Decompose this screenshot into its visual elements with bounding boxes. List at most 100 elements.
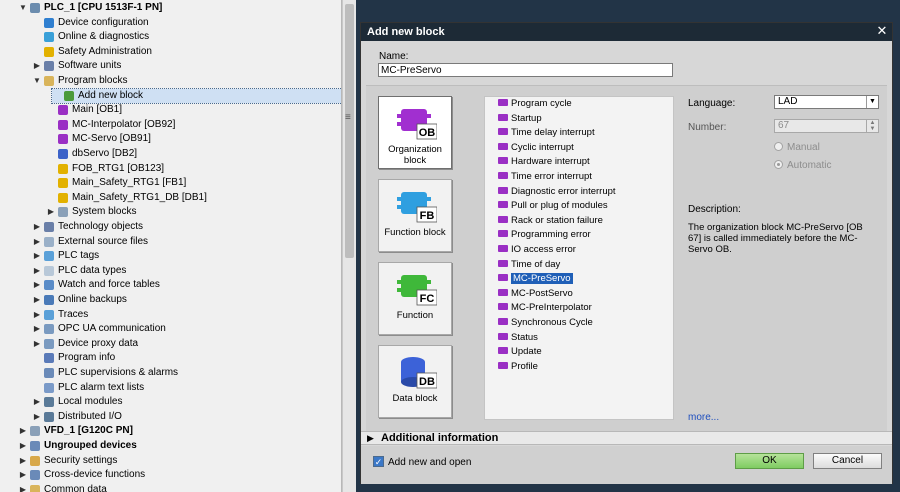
ob-type-item[interactable]: IO access error	[498, 244, 576, 256]
tree-item[interactable]: ▶ Ungrouped devices	[18, 439, 338, 453]
language-select[interactable]: LAD ▼	[774, 95, 879, 109]
tree-item[interactable]: ▶ VFD_1 [G120C PN]	[18, 424, 338, 438]
expand-right-icon[interactable]: ▶	[32, 59, 42, 73]
expand-right-icon[interactable]: ▶	[32, 278, 42, 292]
tree-item[interactable]: Main_Safety_RTG1_DB [DB1]	[46, 191, 338, 205]
expand-right-icon[interactable]: ▶	[32, 220, 42, 234]
ok-button[interactable]: OK	[735, 453, 804, 469]
tree-item[interactable]: ▶ Software units	[32, 59, 338, 73]
ob-type-item[interactable]: Pull or plug of modules	[498, 200, 608, 212]
ob-type-item[interactable]: Hardware interrupt	[498, 156, 590, 168]
tree-item[interactable]: ▶ Traces	[32, 308, 338, 322]
tree-item[interactable]: Safety Administration	[32, 45, 338, 59]
expand-right-icon[interactable]: ▶	[46, 205, 56, 219]
expand-right-icon[interactable]: ▶	[32, 410, 42, 424]
close-icon[interactable]: ✕	[875, 24, 889, 38]
expand-right-icon[interactable]: ▶	[18, 454, 28, 468]
block-code-label: FC	[420, 293, 435, 305]
tree-item[interactable]: Main [OB1]	[46, 103, 338, 117]
tree-item[interactable]: ▶ PLC data types	[32, 264, 338, 278]
chevron-down-icon[interactable]: ▼	[866, 96, 878, 108]
block-name-input[interactable]	[378, 63, 673, 77]
automatic-radio[interactable]: Automatic	[774, 159, 831, 171]
ob-type-item[interactable]: Update	[498, 346, 542, 358]
splitter-grip-icon[interactable]: ≡	[345, 112, 351, 123]
block-type-ob-button[interactable]: OB Organization block	[378, 96, 452, 169]
block-type-fb-button[interactable]: FB Function block	[378, 179, 452, 252]
ob-type-item[interactable]: Startup	[498, 113, 542, 125]
tree-item[interactable]: ▶ Technology objects	[32, 220, 338, 234]
expand-right-icon[interactable]: ▶	[18, 424, 28, 438]
expand-right-icon[interactable]: ▶	[32, 249, 42, 263]
block-type-label: Function block	[384, 227, 446, 238]
tree-item[interactable]: ▼ Program blocks	[32, 74, 338, 88]
tree-item[interactable]: MC-Servo [OB91]	[46, 132, 338, 146]
expand-down-icon[interactable]: ▼	[32, 74, 42, 88]
tree-item[interactable]: Program info	[32, 351, 338, 365]
expand-right-icon[interactable]: ▶	[18, 439, 28, 453]
ob-type-item[interactable]: MC-PostServo	[498, 288, 573, 300]
expand-right-icon[interactable]: ▶	[18, 483, 28, 492]
expand-right-icon[interactable]: ▶	[18, 468, 28, 482]
tree-item[interactable]: MC-Interpolator [OB92]	[46, 118, 338, 132]
ob-type-item[interactable]: MC-PreInterpolator	[498, 302, 592, 314]
project-tree-scrollbar[interactable]	[342, 0, 356, 492]
tree-item[interactable]: ▶ Watch and force tables	[32, 278, 338, 292]
tree-item[interactable]: ▶ Local modules	[32, 395, 338, 409]
tree-item[interactable]: PLC alarm text lists	[32, 381, 338, 395]
more-link[interactable]: more...	[688, 412, 719, 423]
expand-right-icon[interactable]: ▶	[32, 308, 42, 322]
tree-item[interactable]: ▶ Distributed I/O	[32, 410, 338, 424]
expand-right-icon[interactable]: ▶	[32, 235, 42, 249]
ob-icon	[498, 259, 508, 267]
ob-type-item[interactable]: Cyclic interrupt	[498, 142, 574, 154]
scrollbar-thumb[interactable]	[345, 4, 354, 258]
tree-item[interactable]: ▶ External source files	[32, 235, 338, 249]
ob-type-item[interactable]: Diagnostic error interrupt	[498, 186, 616, 198]
add-new-and-open-checkbox[interactable]: ✓ Add new and open	[373, 456, 471, 468]
tree-item[interactable]: ▶ OPC UA communication	[32, 322, 338, 336]
ob-type-item[interactable]: Programming error	[498, 229, 591, 241]
tree-item[interactable]: ▶ Common data	[18, 483, 338, 492]
spinner-icon[interactable]: ▲ ▼	[866, 120, 878, 132]
expand-right-icon[interactable]: ▶	[32, 322, 42, 336]
tree-item[interactable]: ▶ Security settings	[18, 454, 338, 468]
block-type-fc-button[interactable]: FC Function	[378, 262, 452, 335]
expand-right-icon[interactable]: ▶	[32, 337, 42, 351]
tree-item[interactable]: FOB_RTG1 [OB123]	[46, 162, 338, 176]
tree-item[interactable]: Add new block	[51, 87, 341, 104]
tree-item[interactable]: ▶ Device proxy data	[32, 337, 338, 351]
ob-type-item[interactable]: Time of day	[498, 259, 560, 271]
tree-item[interactable]: ▶ System blocks	[46, 205, 338, 219]
ob-type-item[interactable]: Program cycle	[498, 98, 572, 110]
ob-icon	[498, 347, 508, 355]
ob-type-item[interactable]: Synchronous Cycle	[498, 317, 593, 329]
ob-type-item[interactable]: Time error interrupt	[498, 171, 592, 183]
tree-item[interactable]: ▼ PLC_1 [CPU 1513F-1 PN]	[18, 1, 338, 15]
expand-down-icon[interactable]: ▼	[18, 1, 28, 15]
tree-item[interactable]: ▶ Online backups	[32, 293, 338, 307]
additional-information-expander[interactable]: ▶ Additional information	[361, 431, 892, 445]
tree-item-label: System blocks	[72, 206, 137, 218]
folder-icon	[44, 76, 54, 86]
block-type-db-button[interactable]: DB Data block	[378, 345, 452, 418]
ob-type-item[interactable]: Time delay interrupt	[498, 127, 595, 139]
tree-item[interactable]: ▶ Cross-device functions	[18, 468, 338, 482]
tree-item[interactable]: dbServo [DB2]	[46, 147, 338, 161]
number-input[interactable]: 67 ▲ ▼	[774, 119, 879, 133]
tree-item[interactable]: ▶ PLC tags	[32, 249, 338, 263]
ob-type-item[interactable]: Rack or station failure	[498, 215, 603, 227]
tree-item[interactable]: Online & diagnostics	[32, 30, 338, 44]
ob-type-item[interactable]: Profile	[498, 361, 538, 373]
ob-type-item[interactable]: Status	[498, 332, 538, 344]
tree-item[interactable]: Main_Safety_RTG1 [FB1]	[46, 176, 338, 190]
tree-item[interactable]: Device configuration	[32, 16, 338, 30]
expand-right-icon[interactable]: ▶	[32, 395, 42, 409]
dialog-body: OB Organization block FB Function block FC Fu…	[366, 85, 887, 431]
cancel-button[interactable]: Cancel	[813, 453, 882, 469]
ob-type-item[interactable]: MC-PreServo	[498, 273, 573, 285]
expand-right-icon[interactable]: ▶	[32, 293, 42, 307]
tree-item[interactable]: PLC supervisions & alarms	[32, 366, 338, 380]
manual-radio[interactable]: Manual	[774, 141, 820, 153]
expand-right-icon[interactable]: ▶	[32, 264, 42, 278]
